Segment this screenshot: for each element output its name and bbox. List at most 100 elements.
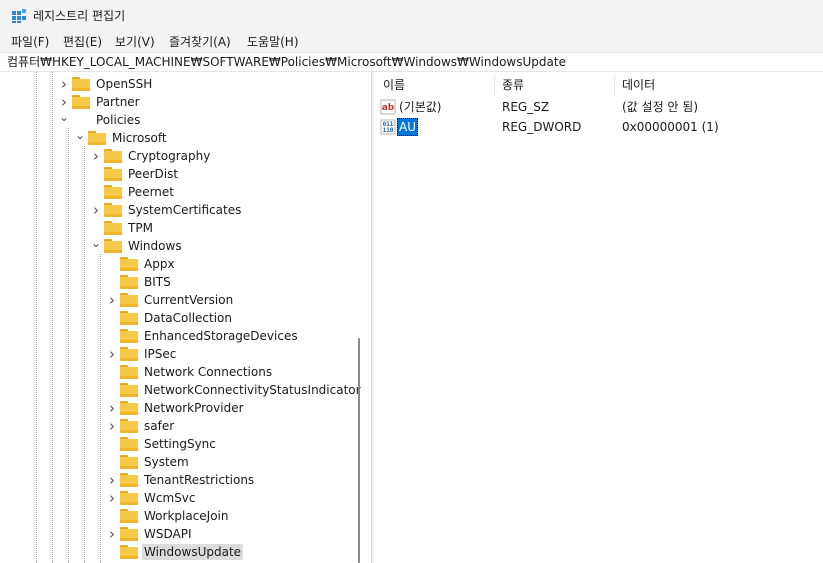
tree-item-systemcertificates[interactable]: › SystemCertificates bbox=[90, 201, 243, 219]
value-type: REG_DWORD bbox=[502, 120, 582, 134]
folder-icon bbox=[120, 545, 138, 559]
tree-item-microsoft[interactable]: ⌄ Microsoft bbox=[74, 126, 169, 147]
tree-item-label[interactable]: SystemCertificates bbox=[126, 202, 243, 218]
value-row[interactable]: ab (기본값) REG_SZ (값 설정 안 됨) bbox=[374, 98, 823, 116]
tree-item-label[interactable]: TenantRestrictions bbox=[142, 472, 256, 488]
chevron-right-icon[interactable]: › bbox=[90, 147, 102, 165]
tree-item-network-connections[interactable]: ›Network Connections bbox=[106, 363, 274, 381]
tree-item-label[interactable]: CurrentVersion bbox=[142, 292, 235, 308]
menu-file[interactable]: 파일(F) bbox=[9, 34, 51, 50]
tree-item-datacollection[interactable]: ›DataCollection bbox=[106, 309, 234, 327]
column-header-data[interactable]: 데이터 bbox=[622, 76, 655, 94]
tree-item-label[interactable]: OpenSSH bbox=[94, 76, 154, 92]
tree-item-label[interactable]: WSDAPI bbox=[142, 526, 194, 542]
tree-item-system[interactable]: ›System bbox=[106, 453, 191, 471]
tree-item-label[interactable]: Policies bbox=[94, 112, 142, 128]
tree-item-windowsupdate[interactable]: ›WindowsUpdate bbox=[106, 543, 244, 561]
folder-icon bbox=[120, 455, 138, 469]
folder-icon bbox=[104, 185, 122, 199]
tree-item-wsdapi[interactable]: › WSDAPI bbox=[106, 525, 194, 543]
tree-item-settingsync[interactable]: ›SettingSync bbox=[106, 435, 218, 453]
value-name[interactable]: (기본값) bbox=[397, 98, 443, 116]
tree-item-openssh[interactable]: › OpenSSH bbox=[58, 75, 154, 93]
tree-item-label[interactable]: NetworkProvider bbox=[142, 400, 246, 416]
folder-icon bbox=[120, 329, 138, 343]
menu-help[interactable]: 도움말(H) bbox=[245, 34, 301, 50]
tree-item-label[interactable]: WcmSvc bbox=[142, 490, 197, 506]
tree-item-networkconnectivitystatusindicator[interactable]: ›NetworkConnectivityStatusIndicator bbox=[106, 381, 363, 399]
tree-item-enhancedstoragedevices[interactable]: ›EnhancedStorageDevices bbox=[106, 327, 300, 345]
tree-scroll-thumb[interactable] bbox=[358, 338, 360, 563]
menu-view[interactable]: 보기(V) bbox=[113, 34, 157, 50]
value-name[interactable]: AU bbox=[397, 118, 418, 136]
tree-item-label[interactable]: EnhancedStorageDevices bbox=[142, 328, 300, 344]
tree-item-label[interactable]: SettingSync bbox=[142, 436, 218, 452]
tree-item-wcmsvc[interactable]: › WcmSvc bbox=[106, 489, 197, 507]
key-tree[interactable]: › OpenSSH › Partner ⌄ Policies ⌄ Microsoft › Cryp… bbox=[0, 72, 371, 563]
tree-item-bits[interactable]: ›BITS bbox=[106, 273, 173, 291]
tree-item-currentversion[interactable]: › CurrentVersion bbox=[106, 291, 235, 309]
folder-icon bbox=[120, 293, 138, 307]
tree-item-label[interactable]: TPM bbox=[126, 220, 155, 236]
tree-item-label[interactable]: Network Connections bbox=[142, 364, 274, 380]
svg-text:110: 110 bbox=[383, 127, 394, 134]
tree-item-ipsec[interactable]: › IPSec bbox=[106, 345, 178, 363]
chevron-right-icon[interactable]: › bbox=[58, 75, 70, 93]
tree-item-label[interactable]: WorkplaceJoin bbox=[142, 508, 231, 524]
folder-icon bbox=[120, 473, 138, 487]
tree-item-safer[interactable]: › safer bbox=[106, 417, 176, 435]
tree-item-label[interactable]: Partner bbox=[94, 94, 142, 110]
tree-item-peerdist[interactable]: ›PeerDist bbox=[90, 165, 180, 183]
value-row-selected[interactable]: 011 110 AU REG_DWORD 0x00000001 (1) bbox=[374, 118, 823, 136]
chevron-right-icon[interactable]: › bbox=[106, 291, 118, 309]
tree-guide-line bbox=[84, 146, 85, 563]
chevron-right-icon[interactable]: › bbox=[106, 525, 118, 543]
tree-item-networkprovider[interactable]: › NetworkProvider bbox=[106, 399, 246, 417]
tree-item-label[interactable]: System bbox=[142, 454, 191, 470]
tree-scrollbar[interactable] bbox=[352, 72, 366, 563]
chevron-right-icon[interactable]: › bbox=[90, 201, 102, 219]
chevron-down-icon[interactable]: ⌄ bbox=[90, 234, 102, 252]
column-separator[interactable] bbox=[614, 76, 615, 96]
chevron-right-icon[interactable]: › bbox=[106, 399, 118, 417]
address-path[interactable]: 컴퓨터₩HKEY_LOCAL_MACHINE₩SOFTWARE₩Policies… bbox=[7, 54, 566, 71]
chevron-down-icon[interactable]: ⌄ bbox=[74, 126, 86, 144]
menu-favorites[interactable]: 즐겨찾기(A) bbox=[167, 34, 233, 50]
column-header-type[interactable]: 종류 bbox=[502, 76, 524, 94]
tree-item-tenantrestrictions[interactable]: › TenantRestrictions bbox=[106, 471, 256, 489]
column-separator[interactable] bbox=[494, 76, 495, 96]
tree-item-label[interactable]: Microsoft bbox=[110, 130, 169, 146]
tree-item-label[interactable]: PeerDist bbox=[126, 166, 180, 182]
svg-text:ab: ab bbox=[382, 103, 395, 113]
chevron-right-icon[interactable]: › bbox=[106, 471, 118, 489]
tree-guide-line bbox=[100, 254, 101, 563]
tree-item-label[interactable]: WindowsUpdate bbox=[142, 544, 244, 560]
tree-item-label[interactable]: IPSec bbox=[142, 346, 178, 362]
chevron-right-icon[interactable]: › bbox=[106, 417, 118, 435]
values-pane[interactable]: 이름 종류 데이터 ab (기본값) REG_SZ (값 설정 안 됨) 011… bbox=[374, 72, 823, 563]
column-header-name[interactable]: 이름 bbox=[383, 76, 405, 94]
address-bar[interactable]: 컴퓨터₩HKEY_LOCAL_MACHINE₩SOFTWARE₩Policies… bbox=[0, 52, 823, 72]
tree-item-label[interactable]: Cryptography bbox=[126, 148, 212, 164]
folder-icon bbox=[72, 95, 90, 109]
tree-item-windows[interactable]: ⌄ Windows bbox=[90, 234, 184, 255]
tree-item-cryptography[interactable]: › Cryptography bbox=[90, 147, 212, 165]
chevron-right-icon[interactable]: › bbox=[106, 345, 118, 363]
tree-item-peernet[interactable]: ›Peernet bbox=[90, 183, 176, 201]
tree-item-workplacejoin[interactable]: ›WorkplaceJoin bbox=[106, 507, 231, 525]
tree-item-label[interactable]: Windows bbox=[126, 238, 184, 254]
tree-item-appx[interactable]: ›Appx bbox=[106, 255, 177, 273]
tree-item-policies[interactable]: ⌄ Policies bbox=[58, 108, 142, 129]
folder-icon bbox=[88, 131, 106, 145]
folder-icon bbox=[104, 239, 122, 253]
tree-item-label[interactable]: safer bbox=[142, 418, 176, 434]
tree-item-label[interactable]: BITS bbox=[142, 274, 173, 290]
tree-item-label[interactable]: Appx bbox=[142, 256, 177, 272]
tree-item-label[interactable]: Peernet bbox=[126, 184, 176, 200]
tree-item-partner[interactable]: › Partner bbox=[58, 93, 142, 111]
chevron-down-icon[interactable]: ⌄ bbox=[58, 108, 70, 126]
tree-item-label[interactable]: DataCollection bbox=[142, 310, 234, 326]
tree-item-label[interactable]: NetworkConnectivityStatusIndicator bbox=[142, 382, 363, 398]
chevron-right-icon[interactable]: › bbox=[106, 489, 118, 507]
menu-edit[interactable]: 편집(E) bbox=[61, 34, 104, 50]
